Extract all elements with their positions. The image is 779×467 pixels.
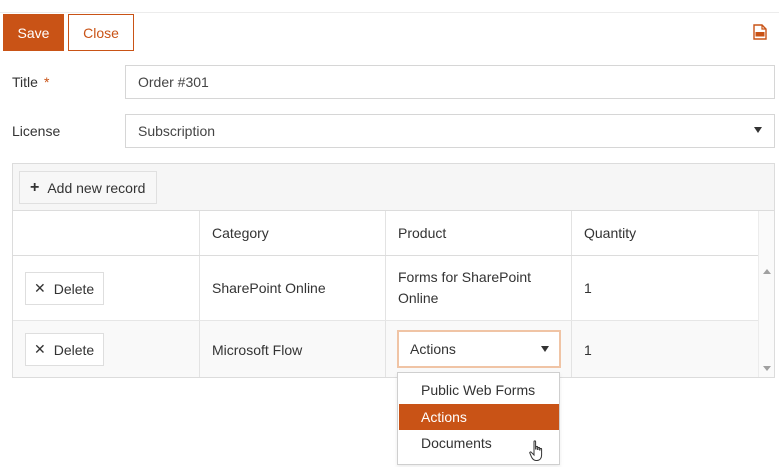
required-mark: * xyxy=(43,74,50,90)
plus-icon: + xyxy=(30,178,40,196)
hand-pointer-icon xyxy=(529,440,543,461)
category-cell[interactable]: Microsoft Flow xyxy=(200,321,386,377)
title-input[interactable] xyxy=(125,65,775,99)
category-cell[interactable]: SharePoint Online xyxy=(200,256,386,320)
grid-header-row: Category Product Quantity xyxy=(13,211,758,256)
dropdown-option[interactable]: Public Web Forms xyxy=(399,377,559,403)
title-label-text: Title xyxy=(12,74,38,90)
product-cell[interactable]: Forms for SharePoint Online xyxy=(386,256,572,320)
scroll-up-icon[interactable] xyxy=(763,269,771,274)
row-actions-cell: ✕ Delete xyxy=(13,256,200,320)
product-select[interactable]: Actions xyxy=(397,330,561,368)
license-select[interactable]: Subscription xyxy=(125,114,775,148)
row-actions-cell: ✕ Delete xyxy=(13,321,200,377)
product-selected-value: Actions xyxy=(410,341,456,357)
license-selected-value: Subscription xyxy=(138,123,216,139)
quantity-cell[interactable]: 1 xyxy=(572,256,758,320)
quantity-cell[interactable]: 1 xyxy=(572,321,758,377)
chevron-down-icon xyxy=(541,346,549,352)
pdf-icon[interactable] xyxy=(753,24,767,40)
delete-label: Delete xyxy=(53,341,95,358)
add-new-record-label: Add new record xyxy=(47,179,146,196)
scroll-down-icon[interactable] xyxy=(763,366,771,371)
grid-scrollbar[interactable] xyxy=(758,211,774,377)
column-header-product[interactable]: Product xyxy=(386,211,572,255)
close-icon: ✕ xyxy=(34,280,46,296)
add-new-record-button[interactable]: + Add new record xyxy=(19,171,157,204)
records-grid: + Add new record Category Product Quanti… xyxy=(12,163,775,378)
close-icon: ✕ xyxy=(34,341,46,357)
delete-label: Delete xyxy=(53,280,95,297)
table-row: ✕ Delete SharePoint Online Forms for Sha… xyxy=(13,256,758,321)
column-header-category[interactable]: Category xyxy=(200,211,386,255)
top-divider xyxy=(0,12,779,13)
save-button[interactable]: Save xyxy=(3,14,64,51)
delete-button[interactable]: ✕ Delete xyxy=(25,333,104,366)
column-header-quantity[interactable]: Quantity xyxy=(572,211,758,255)
delete-button[interactable]: ✕ Delete xyxy=(25,272,104,305)
license-label: License xyxy=(12,123,61,139)
table-row: ✕ Delete Microsoft Flow 1 xyxy=(13,321,758,377)
chevron-down-icon xyxy=(754,127,762,133)
title-label: Title * xyxy=(12,74,49,90)
column-header-actions xyxy=(13,211,200,255)
close-button[interactable]: Close xyxy=(68,14,134,51)
dropdown-option-selected[interactable]: Actions xyxy=(399,404,559,430)
grid-toolbar: + Add new record xyxy=(13,164,774,211)
